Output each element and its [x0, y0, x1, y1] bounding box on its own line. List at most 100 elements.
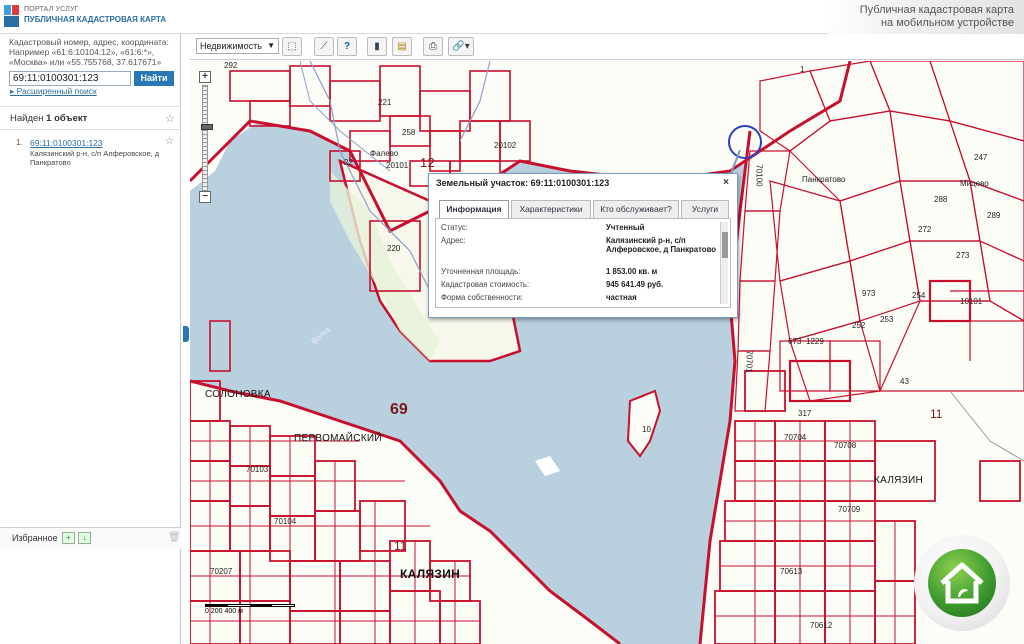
result-cadastral-link[interactable]: 69:11:0100301:123	[30, 138, 103, 148]
map-label: 43	[900, 377, 909, 386]
close-icon[interactable]: ×	[723, 177, 729, 188]
map-label: Фалево	[370, 149, 399, 158]
map-label: КАЛЯЗИН	[400, 567, 461, 581]
map-label: 10	[642, 425, 651, 434]
ownership-value: частная	[606, 293, 637, 302]
map-label: 70704	[784, 433, 807, 442]
results-title: Найден 1 объект	[10, 113, 87, 124]
map-label: 254	[912, 291, 926, 300]
identify-icon[interactable]: ?	[337, 37, 357, 56]
portal-logo-icon[interactable]	[4, 5, 19, 27]
status-label: Статус:	[441, 223, 468, 232]
zoom-control: + −	[199, 71, 213, 203]
result-address: Калязинский р-н, с/п Алферовское, д Панк…	[30, 149, 160, 167]
area-value: 1 853.00 кв. м	[606, 267, 658, 276]
import-favorites-icon[interactable]: +	[62, 532, 75, 544]
panel-collapse-handle[interactable]	[183, 326, 189, 342]
map-label: 20101	[386, 161, 409, 170]
tab-who-serves[interactable]: Кто обслуживает?	[593, 200, 679, 218]
layers-icon[interactable]: ▮	[367, 37, 387, 56]
popup-scrollbar[interactable]	[720, 222, 728, 304]
map-label: 272	[918, 225, 932, 234]
results-count: 1 объект	[46, 113, 88, 124]
map-canvas[interactable]	[190, 61, 1024, 644]
link-icon[interactable]: 🔗▾	[448, 37, 474, 56]
cadastral-value: 945 641.49 руб.	[606, 280, 664, 289]
map-label: 673	[788, 337, 802, 346]
map-label: 11	[394, 539, 407, 553]
list-item[interactable]: 1. 69:11:0100301:123 Калязинский р-н, с/…	[0, 134, 181, 174]
map-label: ПЕРВОМАЙСКИЙ	[294, 433, 382, 444]
map-label: 70100	[754, 164, 764, 187]
measure-icon[interactable]: ⟋	[314, 37, 334, 56]
mobile-banner[interactable]: Публичная кадастровая карта на мобильном …	[828, 0, 1024, 34]
search-hint: Кадастровый номер, адрес, координата: На…	[9, 37, 169, 67]
parcel-info-popup: Земельный участок: 69:11:0100301:123 × И…	[428, 173, 738, 318]
map-label: 258	[402, 128, 416, 137]
zoom-slider-handle[interactable]	[201, 124, 213, 130]
map-label: 973	[862, 289, 876, 298]
map-label: 20102	[494, 141, 517, 150]
layer-select-value: Недвижимость	[200, 41, 262, 51]
map-label: 70207	[210, 567, 233, 576]
export-favorites-icon[interactable]: ↓	[78, 532, 91, 544]
chevron-down-icon: ▼	[267, 41, 275, 50]
map-toolbar: Недвижимость ▼ ⬚ ⟋ ? ▮ ▤ ⎙ 🔗▾	[190, 34, 1024, 60]
eco-house-logo	[914, 535, 1010, 631]
select-icon[interactable]: ⬚	[282, 37, 302, 56]
map-label: 247	[974, 153, 988, 162]
result-number: 1.	[16, 138, 23, 147]
map-label: 11	[930, 407, 943, 421]
results-header: Найден 1 объект ☆	[0, 106, 181, 130]
map-label: СОЛОНОВКА	[205, 389, 271, 400]
map-label: 1229	[806, 337, 824, 346]
map-label: 221	[378, 98, 392, 107]
zoom-in-button[interactable]: +	[199, 71, 211, 83]
tab-information[interactable]: Информация	[439, 200, 509, 219]
house-icon	[928, 549, 996, 617]
search-input[interactable]	[9, 71, 131, 86]
popup-scrollbar-thumb[interactable]	[722, 232, 728, 258]
trash-icon[interactable]: 🗑	[168, 532, 181, 543]
tab-characteristics[interactable]: Характеристики	[511, 200, 591, 218]
map-label: 1	[800, 65, 805, 74]
find-button[interactable]: Найти	[134, 71, 174, 86]
cadastral-map[interactable]: 292 221 258 22 20102 20101 12 Фалево 220…	[190, 61, 1024, 644]
map-label: 70104	[274, 517, 297, 526]
map-label: 70701	[744, 350, 754, 373]
map-label: 70709	[838, 505, 861, 514]
mobile-line1: Публичная кадастровая карта	[859, 4, 1014, 16]
mobile-banner-text: Публичная кадастровая карта на мобильном …	[834, 4, 1014, 30]
map-label: 70708	[834, 441, 857, 450]
star-icon[interactable]: ☆	[165, 112, 175, 125]
map-label: 253	[880, 315, 894, 324]
address-label: Адрес:	[441, 236, 466, 245]
left-panel: Кадастровый номер, адрес, координата: На…	[0, 34, 181, 644]
advanced-search-link[interactable]: ▸ Расширенный поиск	[10, 86, 97, 97]
map-label: 289	[987, 211, 1001, 220]
tab-services[interactable]: Услуги	[681, 200, 729, 218]
map-label: 70103	[246, 465, 269, 474]
map-label: КАЛЯЗИН	[874, 475, 924, 486]
portal-name: ПОРТАЛ УСЛУГ	[24, 6, 79, 13]
print-icon[interactable]: ⎙	[423, 37, 443, 56]
favorites-header: Избранное + ↓ 🗑	[0, 527, 181, 549]
favorite-star-icon[interactable]: ☆	[165, 136, 174, 147]
header: ПОРТАЛ УСЛУГ ПУБЛИЧНАЯ КАДАСТРОВАЯ КАРТА…	[0, 0, 1024, 34]
map-label: 12	[420, 155, 436, 170]
map-label: 252	[852, 321, 866, 330]
zoom-out-button[interactable]: −	[199, 191, 211, 203]
map-label: 273	[956, 251, 970, 260]
ownership-label: Форма собственности:	[441, 293, 523, 302]
map-label: Панкратово	[802, 175, 846, 184]
map-label: 69	[390, 401, 408, 418]
zoom-slider[interactable]	[201, 85, 213, 191]
map-label: 70612	[810, 621, 833, 630]
site-name[interactable]: ПУБЛИЧНАЯ КАДАСТРОВАЯ КАРТА	[24, 15, 166, 24]
map-label: 288	[934, 195, 948, 204]
advanced-search-label: Расширенный поиск	[16, 86, 97, 96]
address-value: Калязинский р-н, с/п Алферовское, д Панк…	[606, 236, 717, 254]
scale-label: 0 200 400 м	[205, 608, 243, 615]
layer-select[interactable]: Недвижимость ▼	[196, 38, 279, 54]
export-icon[interactable]: ▤	[392, 37, 412, 56]
